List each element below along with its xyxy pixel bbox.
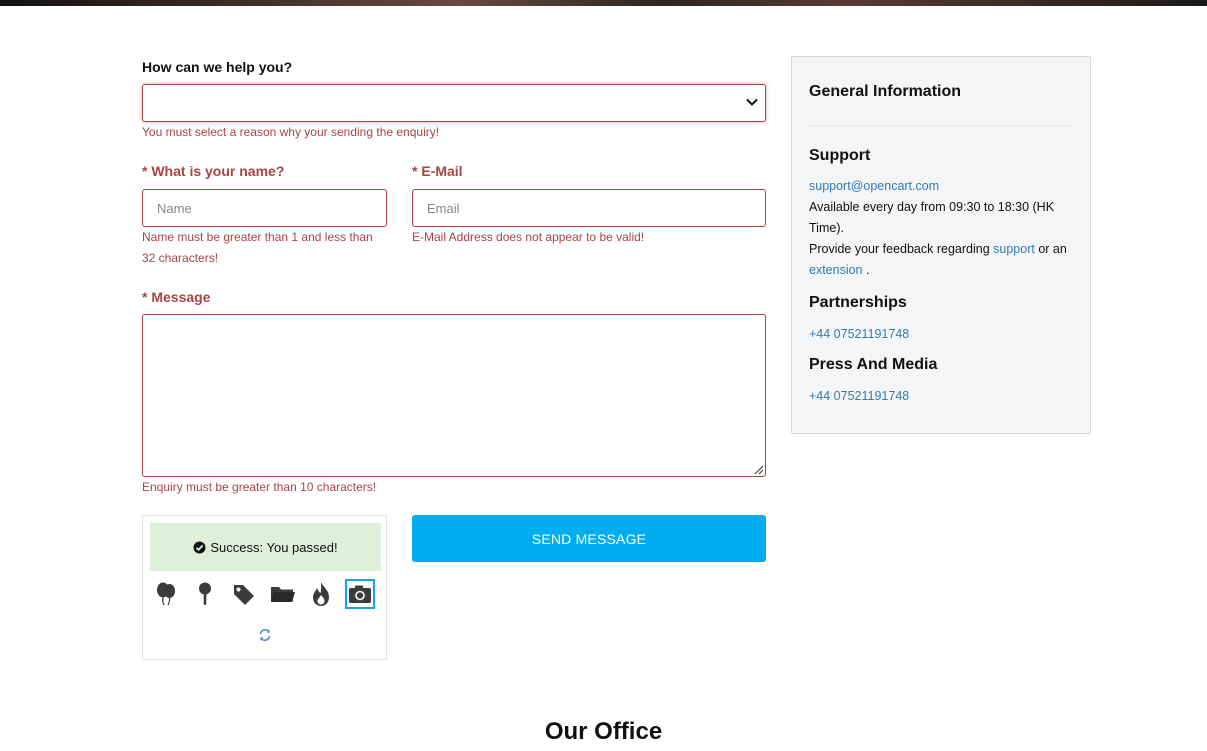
name-error-line-1: Name must be greater than 1 and less tha…	[142, 230, 373, 244]
check-circle-icon	[193, 541, 206, 553]
chevron-down-icon	[746, 98, 758, 106]
icon-captcha: Success: You passed!	[142, 515, 387, 660]
email-label-text: E-Mail	[421, 163, 463, 179]
partnerships-phone-link[interactable]: +44 07521191748	[809, 327, 909, 341]
message-label-text: Message	[151, 289, 211, 305]
feedback-prefix: Provide your feedback regarding	[809, 242, 990, 256]
message-label: * Message	[142, 289, 211, 305]
support-details: support@opencart.com Available every day…	[809, 176, 1079, 281]
partnerships-heading: Partnerships	[809, 294, 907, 311]
name-error-line-2: 32 characters!	[142, 251, 219, 265]
pin-icon[interactable]	[190, 579, 220, 609]
press-phone-link[interactable]: +44 07521191748	[809, 389, 909, 403]
our-office-heading: Our Office	[544, 718, 663, 745]
press-phone-row: +44 07521191748	[809, 386, 1079, 407]
message-textarea[interactable]	[142, 314, 766, 477]
email-input[interactable]	[412, 189, 766, 227]
feedback-or: or an	[1038, 242, 1067, 256]
email-label: * E-Mail	[412, 163, 463, 179]
info-divider	[809, 125, 1075, 126]
extension-link[interactable]: extension	[809, 263, 863, 277]
partnerships-phone-row: +44 07521191748	[809, 324, 1079, 345]
info-title: General Information	[809, 83, 962, 100]
camera-icon[interactable]	[345, 579, 375, 609]
help-error: You must select a reason why your sendin…	[142, 125, 440, 139]
captcha-success-text: Success: You passed!	[210, 539, 338, 555]
send-message-button[interactable]: SEND MESSAGE	[412, 515, 766, 562]
required-mark: *	[142, 289, 148, 305]
balloons-icon[interactable]	[151, 579, 181, 609]
availability-text: Available every day from 09:30 to 18:30 …	[809, 200, 1055, 235]
required-mark: *	[142, 163, 148, 179]
support-email-link[interactable]: support@opencart.com	[809, 179, 939, 193]
name-error: Name must be greater than 1 and less tha…	[142, 227, 387, 269]
fire-icon[interactable]	[306, 579, 336, 609]
email-error: E-Mail Address does not appear to be val…	[412, 230, 645, 244]
support-heading: Support	[809, 147, 871, 164]
refresh-icon[interactable]	[258, 628, 272, 642]
tag-icon[interactable]	[229, 579, 259, 609]
press-heading: Press And Media	[809, 356, 938, 373]
captcha-success-alert: Success: You passed!	[150, 523, 381, 571]
folder-icon[interactable]	[268, 579, 298, 609]
resize-handle-icon[interactable]	[753, 464, 764, 475]
message-error: Enquiry must be greater than 10 characte…	[142, 480, 377, 494]
general-info-panel: General Information Support support@open…	[791, 56, 1091, 434]
support-link[interactable]: support	[993, 242, 1035, 256]
name-label-text: What is your name?	[151, 163, 285, 179]
help-reason-select[interactable]	[142, 84, 766, 122]
name-label: * What is your name?	[142, 163, 284, 179]
hero-image-strip	[0, 0, 1207, 6]
name-input[interactable]	[142, 189, 387, 227]
feedback-suffix: .	[866, 263, 870, 277]
help-label: How can we help you?	[142, 59, 293, 75]
required-mark: *	[412, 163, 418, 179]
